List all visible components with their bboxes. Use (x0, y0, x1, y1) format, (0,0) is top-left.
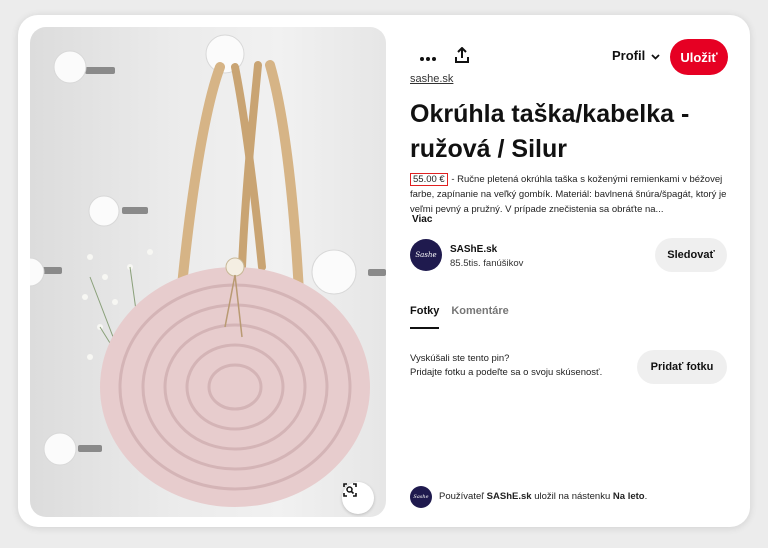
add-photo-button[interactable]: Pridať fotku (637, 350, 727, 384)
avatar[interactable]: Sashe (410, 486, 432, 508)
more-link[interactable]: Viac (412, 214, 432, 225)
author-followers: 85.5tis. fanúšikov (450, 258, 524, 269)
board-link[interactable]: Na leto (613, 491, 645, 502)
pin-toolbar: Profil Uložiť (410, 39, 740, 75)
pin-details: Profil Uložiť sashe.sk Okrúhla taška/kab… (410, 15, 740, 527)
source-link[interactable]: sashe.sk (410, 73, 453, 85)
more-options-button[interactable] (410, 39, 446, 75)
tab-photos[interactable]: Fotky (410, 305, 440, 329)
price-tag: 55.00 € (410, 173, 448, 186)
share-button[interactable] (444, 39, 480, 75)
pin-title: Okrúhla taška/kabelka - ružová / Silur (410, 100, 690, 163)
author-row: Sashe SAShE.sk 85.5tis. fanúšikov Sledov… (410, 237, 740, 277)
pin-description: 55.00 € - Ručne pletená okrúhla taška s … (410, 172, 730, 217)
saved-by-user[interactable]: SAShE.sk (487, 491, 532, 502)
profile-dropdown[interactable]: Profil (612, 48, 660, 63)
share-icon (455, 46, 469, 68)
bag-photo-illustration (30, 34, 386, 507)
pin-card: Profil Uložiť sashe.sk Okrúhla taška/kab… (18, 15, 750, 527)
profile-label: Profil (612, 48, 646, 63)
author-name[interactable]: SAShE.sk (450, 244, 497, 255)
tried-question: Vyskúšali ste tento pin? (410, 353, 510, 364)
saved-by-prefix: Používateľ (439, 491, 487, 502)
saved-by-text: Používateľ SAShE.sk uložil na nástenku N… (439, 491, 647, 502)
chevron-down-icon (651, 48, 660, 63)
saved-by-middle: uložil na nástenku (531, 491, 613, 502)
more-dots-icon (420, 48, 436, 66)
saved-by-suffix: . (644, 491, 648, 502)
saved-by-footer: Sashe Používateľ SAShE.sk uložil na nást… (410, 486, 740, 508)
pin-image[interactable] (30, 27, 386, 517)
description-text: - Ručne pletená okrúhla taška s koženými… (410, 174, 727, 215)
tried-subtitle: Pridajte fotku a podeľte sa o svoju skús… (410, 367, 603, 378)
follow-button[interactable]: Sledovať (655, 238, 727, 272)
tab-comments[interactable]: Komentáre (451, 305, 508, 329)
visual-search-button[interactable] (342, 482, 374, 514)
save-button[interactable]: Uložiť (670, 39, 728, 75)
pin-tabs: Fotky Komentáre (410, 305, 509, 329)
avatar[interactable]: Sashe (410, 239, 442, 271)
